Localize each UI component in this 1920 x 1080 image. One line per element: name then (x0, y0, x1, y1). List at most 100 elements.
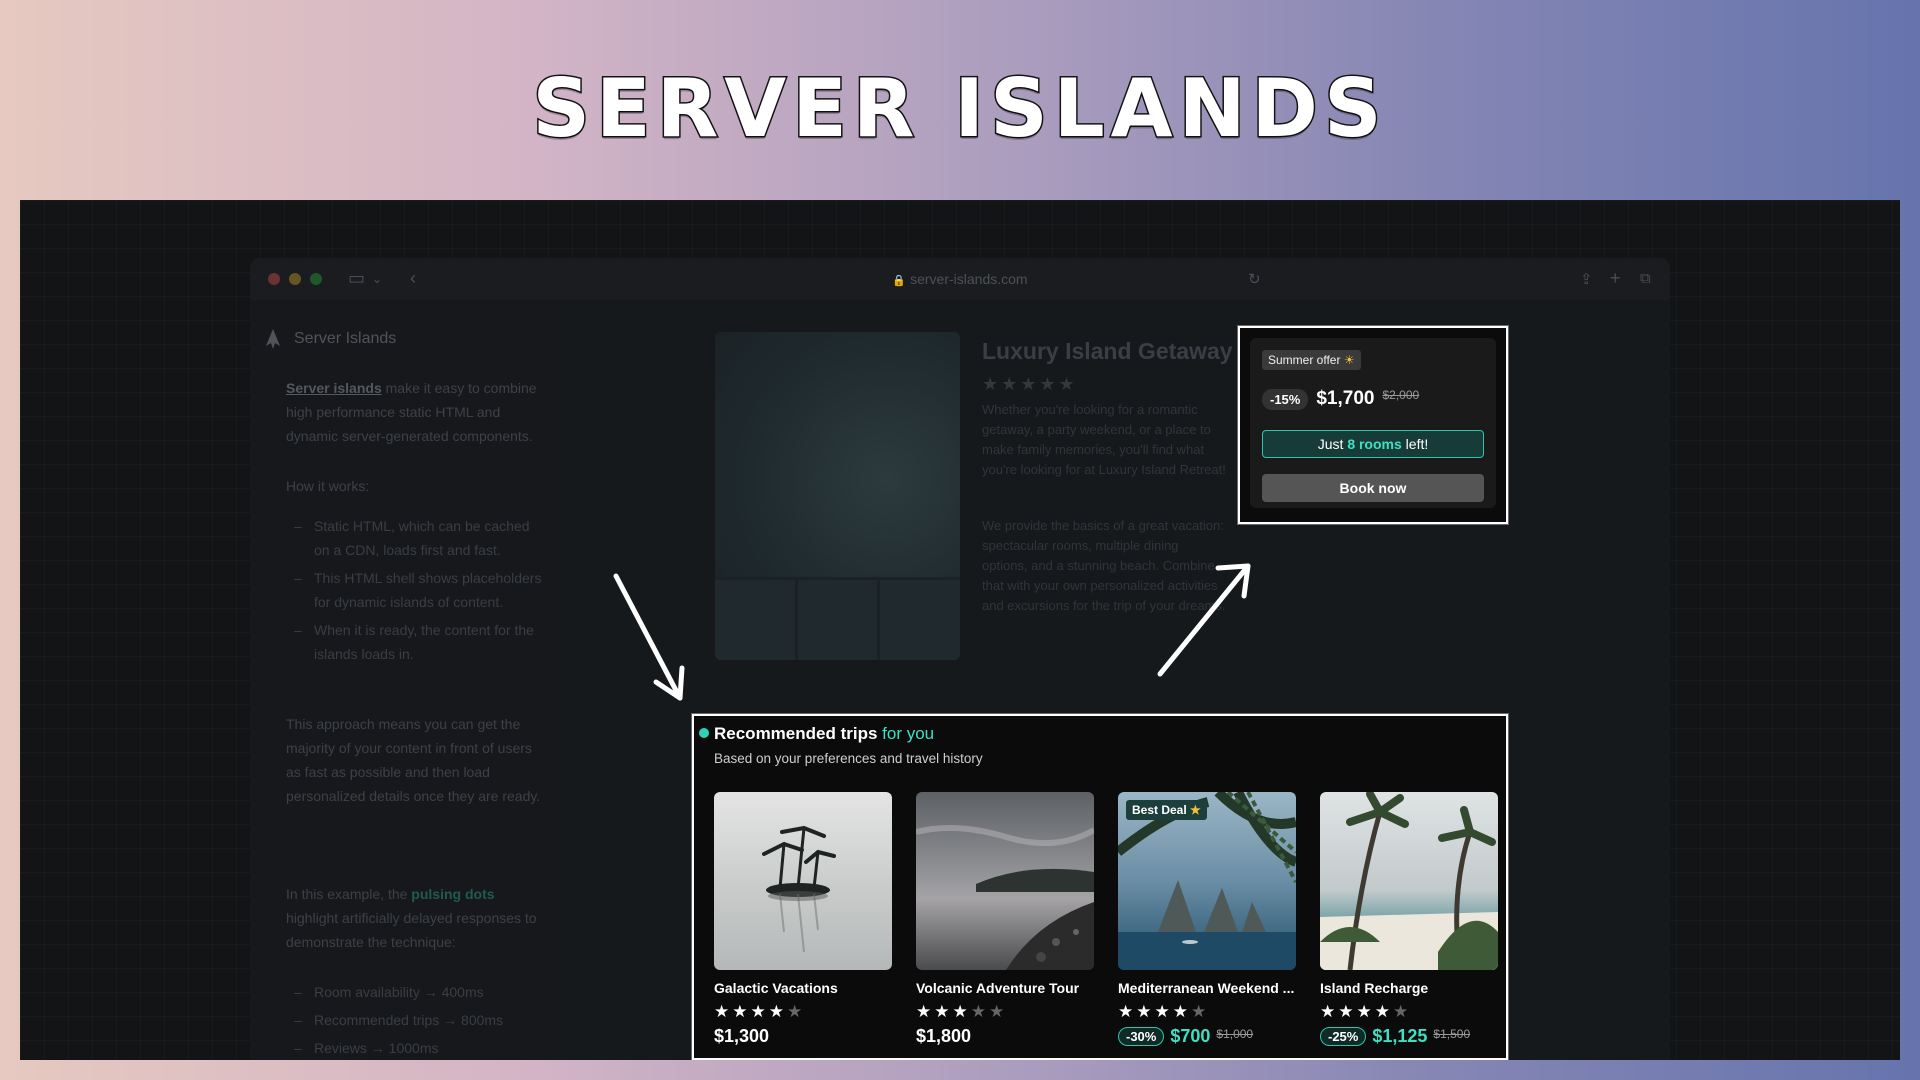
example-prefix: In this example, the (286, 886, 412, 902)
sidebar: Server Islands Server islands make it ea… (250, 300, 560, 1060)
intro-text: Server islands make it easy to combine h… (286, 376, 546, 448)
offer-price-row: -15% $1,700 $2,000 (1262, 388, 1419, 410)
trip-title[interactable]: Mediterranean Weekend ... (1118, 980, 1296, 996)
trip-image-palm-island[interactable] (714, 792, 892, 970)
best-deal-badge: Best Deal ★ (1126, 800, 1207, 820)
approach-text: This approach means you can get the majo… (286, 716, 541, 804)
brand-name: Server Islands (294, 330, 397, 347)
sun-icon: ☀ (1343, 353, 1355, 367)
page-title: SERVER ISLANDS (531, 61, 1388, 157)
recommended-heading: Recommended trips for you (714, 724, 934, 744)
trip-rating: ★★★★★ (714, 1002, 892, 1022)
new-tab-icon[interactable]: + (1610, 268, 1621, 289)
example-text: In this example, the pulsing dots highli… (286, 882, 546, 954)
tabs-overview-icon[interactable]: ⧉ (1640, 270, 1651, 287)
trip-card[interactable]: Volcanic Adventure Tour ★★★★★ $1,800 (916, 792, 1094, 1047)
delays-list: Room availability → 400ms Recommended tr… (286, 980, 546, 1060)
share-icon[interactable]: ⇪ (1580, 270, 1593, 288)
arrow-up-right-icon (1157, 563, 1251, 677)
pulsing-dot (699, 728, 709, 738)
rooms-left-indicator: Just 8 rooms left! (1262, 430, 1484, 458)
rooms-suffix: left! (1401, 436, 1429, 452)
star-icon: ★ (1392, 1002, 1412, 1021)
offer-price: $1,700 (1316, 388, 1375, 409)
badge-label: Best Deal (1132, 803, 1187, 817)
trip-price: $700 (1170, 1026, 1211, 1046)
list-item: Static HTML, which can be cached on a CD… (286, 514, 546, 562)
star-icon: ★ (786, 1002, 806, 1021)
list-item: Recommended trips → 800ms (286, 1008, 546, 1032)
lock-icon: 🔒 (892, 275, 907, 287)
trip-title[interactable]: Island Recharge (1320, 980, 1498, 996)
reload-icon[interactable]: ↻ (1248, 270, 1261, 288)
summer-offer-badge: Summer offer ☀ (1262, 350, 1361, 370)
offer-island: Summer offer ☀ -15% $1,700 $2,000 Just 8… (1238, 326, 1508, 524)
gallery-thumbnail[interactable] (797, 580, 878, 660)
server-islands-link[interactable]: Server islands (286, 380, 382, 396)
trip-image-island-recharge[interactable] (1320, 792, 1498, 970)
heading-accent: for you (877, 724, 935, 743)
badge-label: Summer offer (1268, 353, 1341, 367)
gallery-thumbnail[interactable] (880, 580, 960, 660)
app-screenshot: ▭ ⌄ ‹ 🔒 server-islands.com ↻ ⇪ + ⧉ Server… (20, 200, 1900, 1060)
gallery-main-image[interactable] (715, 332, 960, 577)
recommended-subtitle: Based on your preferences and travel his… (714, 751, 983, 766)
trip-price-row: -30% $700 $1,000 (1118, 1026, 1296, 1047)
star-icon: ★★★★ (1320, 1002, 1393, 1021)
trip-old-price: $1,000 (1216, 1026, 1254, 1041)
trip-card[interactable]: Island Recharge ★★★★★ -25% $1,125 $1,500 (1320, 792, 1498, 1047)
list-item: Reviews → 1000ms (286, 1036, 546, 1060)
product-rating: ★★★★★ (982, 374, 1078, 394)
trip-price-row: -25% $1,125 $1,500 (1320, 1026, 1498, 1047)
steps-list: Static HTML, which can be cached on a CD… (286, 514, 546, 670)
heading-main: Recommended trips (714, 724, 878, 743)
star-icon: ★★★ (916, 1002, 971, 1021)
trip-rating: ★★★★★ (916, 1002, 1094, 1022)
trip-rating: ★★★★★ (1118, 1002, 1296, 1022)
star-icon: ★★ (970, 1002, 1008, 1021)
discount-badge: -25% (1320, 1027, 1367, 1046)
star-icon: ★ (1190, 1002, 1210, 1021)
book-now-button[interactable]: Book now (1262, 474, 1484, 502)
star-icon: ★★★★ (714, 1002, 787, 1021)
rooms-prefix: Just (1317, 436, 1348, 452)
how-it-works-label: How it works: (286, 478, 370, 494)
trip-image-volcanic-coast[interactable] (916, 792, 1094, 970)
gallery-thumbnail[interactable] (715, 580, 795, 660)
trip-price: $1,125 (1372, 1026, 1428, 1046)
trip-title[interactable]: Galactic Vacations (714, 980, 892, 996)
trip-price-row: $1,300 (714, 1026, 892, 1047)
trip-title[interactable]: Volcanic Adventure Tour (916, 980, 1094, 996)
arrow-down-right-icon (613, 573, 685, 701)
gallery-thumbnails (715, 580, 960, 660)
trip-rating: ★★★★★ (1320, 1002, 1498, 1022)
trip-cards: Galactic Vacations ★★★★★ $1,300 Volcanic… (714, 792, 1498, 1047)
product-description: Whether you're looking for a romantic ge… (982, 402, 1226, 477)
list-item: When it is ready, the content for the is… (286, 618, 546, 666)
discount-badge: -15% (1262, 388, 1309, 410)
browser-toolbar: ▭ ⌄ ‹ 🔒 server-islands.com ↻ ⇪ + ⧉ (250, 258, 1670, 300)
discount-badge: -30% (1118, 1027, 1165, 1046)
star-icon: ★ (1190, 803, 1201, 817)
address-bar[interactable]: 🔒 server-islands.com (250, 271, 1670, 287)
trip-card[interactable]: Galactic Vacations ★★★★★ $1,300 (714, 792, 892, 1047)
pulsing-dots-highlight: pulsing dots (411, 886, 495, 902)
trip-card[interactable]: Best Deal ★ Mediterranean Weekend ... ★★… (1118, 792, 1296, 1047)
list-item: This HTML shell shows placeholders for d… (286, 566, 546, 614)
astro-logo-icon (266, 329, 280, 349)
rooms-count: 8 rooms (1347, 436, 1402, 452)
product-gallery (715, 332, 960, 660)
list-item: Room availability → 400ms (286, 980, 546, 1004)
trip-price-row: $1,800 (916, 1026, 1094, 1047)
offer-card: Summer offer ☀ -15% $1,700 $2,000 Just 8… (1250, 338, 1496, 508)
example-suffix: highlight artificially delayed responses… (286, 910, 537, 950)
url-text: server-islands.com (910, 271, 1028, 287)
trip-price: $1,800 (916, 1026, 972, 1046)
brand[interactable]: Server Islands (264, 328, 396, 350)
offer-old-price: $2,000 (1382, 388, 1420, 402)
trip-image-mediterranean[interactable]: Best Deal ★ (1118, 792, 1296, 970)
trip-price: $1,300 (714, 1026, 770, 1046)
trip-old-price: $1,500 (1433, 1026, 1471, 1041)
star-icon: ★★★★ (1118, 1002, 1191, 1021)
recommended-island: Recommended trips for you Based on your … (692, 714, 1508, 1060)
